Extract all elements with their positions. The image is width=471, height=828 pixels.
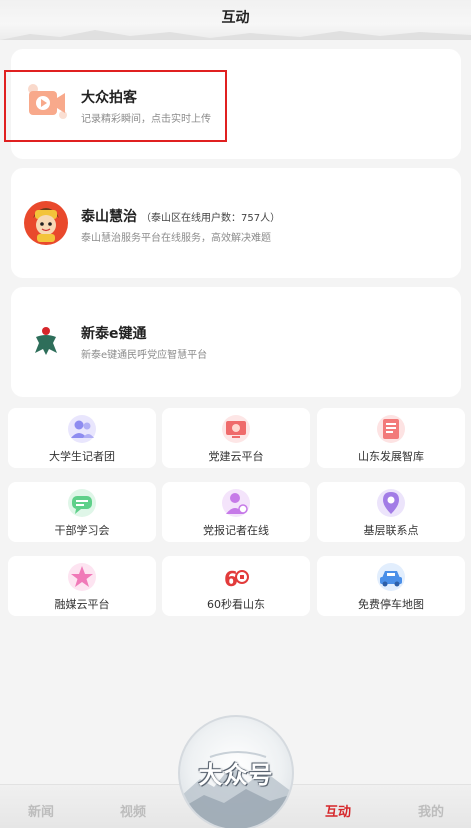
card-subtitle: 新泰e键通民呼党应智慧平台 — [81, 350, 208, 361]
tile-60s-shandong[interactable]: 6 60秒看山东 — [162, 556, 310, 616]
user-badge-icon — [221, 488, 251, 518]
star-icon — [67, 562, 97, 592]
tile-label: 党建云平台 — [208, 450, 264, 463]
tab-interaction[interactable]: 互动 — [325, 801, 351, 820]
tile-label: 大学生记者团 — [49, 450, 115, 463]
users-icon — [67, 414, 97, 444]
avatar-mascot-icon — [23, 200, 69, 246]
newspaper-icon — [376, 414, 406, 444]
page-title: 互动 — [221, 10, 250, 26]
mountain-decoration — [0, 30, 471, 40]
tile-free-parking-map[interactable]: 免费停车地图 — [317, 556, 465, 616]
tile-cadre-study[interactable]: 干部学习会 — [8, 482, 156, 542]
tile-student-reporters[interactable]: 大学生记者团 — [8, 408, 156, 468]
tab-mine[interactable]: 我的 — [418, 801, 444, 820]
tile-label: 免费停车地图 — [358, 598, 424, 611]
chat-icon — [67, 488, 97, 518]
tile-label: 山东发展智库 — [358, 450, 424, 463]
logo-figure-icon — [31, 325, 61, 357]
dazhonghao-button[interactable]: 大众号 — [178, 715, 294, 828]
card-title: 新泰e键通 — [81, 326, 147, 342]
tile-label: 党报记者在线 — [203, 524, 269, 537]
card-title: 泰山慧治 （泰山区在线用户数：757人） — [81, 206, 280, 226]
tile-shandong-think-tank[interactable]: 山东发展智库 — [317, 408, 465, 468]
tile-party-cloud[interactable]: 党建云平台 — [162, 408, 310, 468]
location-pin-icon — [376, 488, 406, 518]
tab-video[interactable]: 视频 — [120, 801, 146, 820]
card-xintai-ejiantong[interactable]: 新泰e键通 新泰e键通民呼党应智慧平台 — [11, 287, 461, 397]
tile-label: 基层联系点 — [363, 524, 419, 537]
sixty-logo-icon: 6 — [221, 562, 251, 592]
tile-grassroots-contacts[interactable]: 基层联系点 — [317, 482, 465, 542]
car-icon — [376, 562, 406, 592]
dazhonghao-label: 大众号 — [198, 761, 274, 789]
card-title-text: 泰山慧治 — [81, 209, 137, 225]
header-bar: 互动 — [0, 0, 471, 40]
card-taishan-huizhi[interactable]: 泰山慧治 （泰山区在线用户数：757人） 泰山慧治服务平台在线服务，高效解决难题 — [11, 168, 461, 278]
tile-party-reporters-online[interactable]: 党报记者在线 — [162, 482, 310, 542]
tile-label: 融媒云平台 — [54, 598, 110, 611]
tile-label: 干部学习会 — [54, 524, 110, 537]
tab-news[interactable]: 新闻 — [28, 801, 54, 820]
selection-highlight — [4, 70, 227, 142]
tile-media-cloud[interactable]: 融媒云平台 — [8, 556, 156, 616]
tile-label: 60秒看山东 — [207, 598, 265, 611]
card-subtitle: 泰山慧治服务平台在线服务，高效解决难题 — [81, 233, 271, 244]
online-user-count: （泰山区在线用户数：757人） — [141, 213, 281, 224]
monitor-icon — [221, 414, 251, 444]
